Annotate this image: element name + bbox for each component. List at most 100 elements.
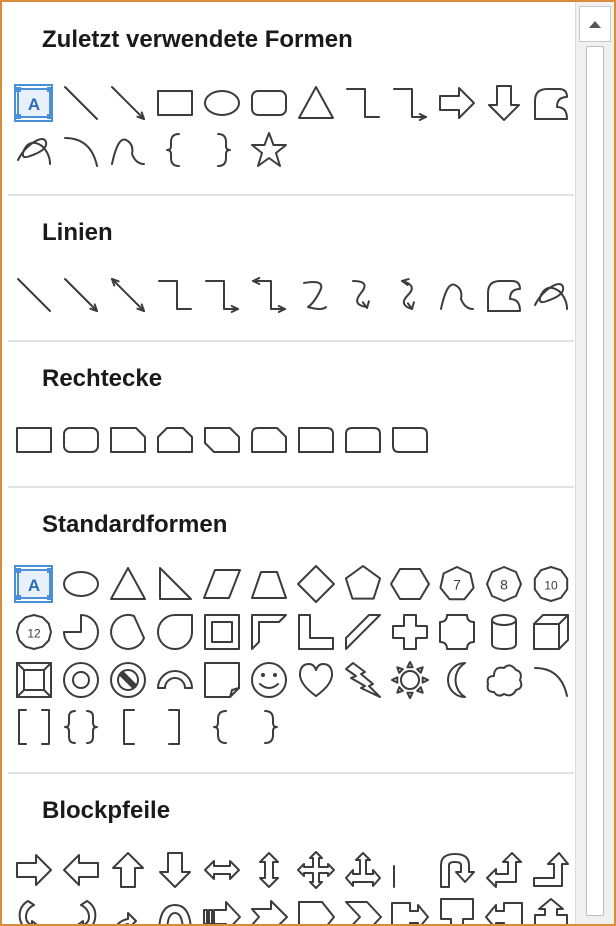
left-right-arrow-icon[interactable]: [198, 847, 245, 893]
octagon-icon[interactable]: 8: [480, 561, 527, 607]
diamond-icon[interactable]: [292, 561, 339, 607]
snip-same-side-rectangle-icon[interactable]: [151, 417, 198, 463]
right-arrow-callout-icon[interactable]: [386, 894, 433, 924]
line-icon[interactable]: [10, 272, 57, 318]
hexagon-icon[interactable]: [386, 561, 433, 607]
curved-up-arrow-icon[interactable]: [104, 894, 151, 924]
up-arrow-callout-icon[interactable]: [527, 894, 574, 924]
left-bracket-icon[interactable]: [104, 704, 151, 750]
decagon-icon[interactable]: 10: [527, 561, 574, 607]
double-bracket-icon[interactable]: [10, 704, 57, 750]
curved-down-arrow-icon[interactable]: [151, 894, 198, 924]
right-arrow-icon[interactable]: [433, 80, 480, 126]
snip-single-corner-rectangle-icon[interactable]: [104, 417, 151, 463]
left-right-up-arrow-icon[interactable]: [339, 847, 386, 893]
smiley-face-icon[interactable]: [245, 657, 292, 703]
heptagon-icon[interactable]: 7: [433, 561, 480, 607]
double-brace-icon[interactable]: [57, 704, 104, 750]
round-diagonal-rectangle-icon[interactable]: [386, 417, 433, 463]
scribble-icon[interactable]: [527, 272, 574, 318]
chord-icon[interactable]: [104, 609, 151, 655]
curve-icon[interactable]: [433, 272, 480, 318]
trapezoid-icon[interactable]: [245, 561, 292, 607]
up-down-arrow-icon[interactable]: [245, 847, 292, 893]
right-brace-icon[interactable]: [245, 704, 292, 750]
left-brace-icon[interactable]: [198, 704, 245, 750]
half-frame-icon[interactable]: [245, 609, 292, 655]
donut-icon[interactable]: [57, 657, 104, 703]
striped-right-arrow-icon[interactable]: [198, 894, 245, 924]
elbow-arrow-connector-icon[interactable]: [198, 272, 245, 318]
down-arrow-icon[interactable]: [480, 80, 527, 126]
bent-arrow-icon[interactable]: [386, 847, 433, 893]
double-arrow-line-icon[interactable]: [104, 272, 151, 318]
rounded-rectangle-icon[interactable]: [245, 80, 292, 126]
round-single-corner-rectangle-icon[interactable]: [292, 417, 339, 463]
left-arrow-icon[interactable]: [57, 847, 104, 893]
scroll-up-button[interactable]: [579, 6, 611, 42]
down-arrow-icon[interactable]: [151, 847, 198, 893]
notched-right-arrow-icon[interactable]: [245, 894, 292, 924]
bent-up-arrow-icon[interactable]: [527, 847, 574, 893]
parallelogram-icon[interactable]: [198, 561, 245, 607]
curved-arrow-connector-icon[interactable]: [339, 272, 386, 318]
elbow-connector-icon[interactable]: [151, 272, 198, 318]
chevron-icon[interactable]: [339, 894, 386, 924]
arc-icon[interactable]: [57, 127, 104, 173]
freeform-icon[interactable]: [527, 80, 574, 126]
up-arrow-icon[interactable]: [104, 847, 151, 893]
curved-right-arrow-icon[interactable]: [10, 894, 57, 924]
text-box-icon[interactable]: A: [10, 80, 57, 126]
sun-icon[interactable]: [386, 657, 433, 703]
left-arrow-callout-icon[interactable]: [480, 894, 527, 924]
right-triangle-icon[interactable]: [151, 561, 198, 607]
star-icon[interactable]: [245, 127, 292, 173]
arrow-line-icon[interactable]: [57, 272, 104, 318]
curve-icon[interactable]: [104, 127, 151, 173]
freeform-icon[interactable]: [480, 272, 527, 318]
moon-icon[interactable]: [433, 657, 480, 703]
round-same-side-rectangle-icon[interactable]: [339, 417, 386, 463]
bevel-icon[interactable]: [10, 657, 57, 703]
pentagon-arrow-icon[interactable]: [292, 894, 339, 924]
right-brace-icon[interactable]: [198, 127, 245, 173]
right-arrow-icon[interactable]: [10, 847, 57, 893]
triangle-icon[interactable]: [292, 80, 339, 126]
snip-diagonal-rectangle-icon[interactable]: [198, 417, 245, 463]
no-symbol-icon[interactable]: [104, 657, 151, 703]
block-arc-icon[interactable]: [151, 657, 198, 703]
dodecagon-icon[interactable]: 12: [10, 609, 57, 655]
pie-icon[interactable]: [57, 609, 104, 655]
quad-arrow-icon[interactable]: [292, 847, 339, 893]
curved-left-arrow-icon[interactable]: [57, 894, 104, 924]
teardrop-icon[interactable]: [151, 609, 198, 655]
arc-icon[interactable]: [527, 657, 574, 703]
cube-icon[interactable]: [527, 609, 574, 655]
elbow-connector-icon[interactable]: [339, 80, 386, 126]
arrow-line-icon[interactable]: [104, 80, 151, 126]
snip-round-rectangle-icon[interactable]: [245, 417, 292, 463]
u-turn-arrow-icon[interactable]: [433, 847, 480, 893]
curved-double-arrow-connector-icon[interactable]: [386, 272, 433, 318]
down-arrow-callout-icon[interactable]: [433, 894, 480, 924]
left-brace-icon[interactable]: [151, 127, 198, 173]
rectangle-icon[interactable]: [151, 80, 198, 126]
cross-icon[interactable]: [386, 609, 433, 655]
line-icon[interactable]: [57, 80, 104, 126]
plaque-icon[interactable]: [433, 609, 480, 655]
diagonal-stripe-icon[interactable]: [339, 609, 386, 655]
right-bracket-icon[interactable]: [151, 704, 198, 750]
rounded-rectangle-icon[interactable]: [57, 417, 104, 463]
rectangle-icon[interactable]: [10, 417, 57, 463]
frame-icon[interactable]: [198, 609, 245, 655]
text-box-icon[interactable]: A: [10, 561, 57, 607]
oval-icon[interactable]: [198, 80, 245, 126]
oval-icon[interactable]: [57, 561, 104, 607]
scribble-icon[interactable]: [10, 127, 57, 173]
heart-icon[interactable]: [292, 657, 339, 703]
cloud-icon[interactable]: [480, 657, 527, 703]
left-up-arrow-icon[interactable]: [480, 847, 527, 893]
l-shape-icon[interactable]: [292, 609, 339, 655]
vertical-scrollbar[interactable]: [575, 2, 614, 924]
triangle-icon[interactable]: [104, 561, 151, 607]
